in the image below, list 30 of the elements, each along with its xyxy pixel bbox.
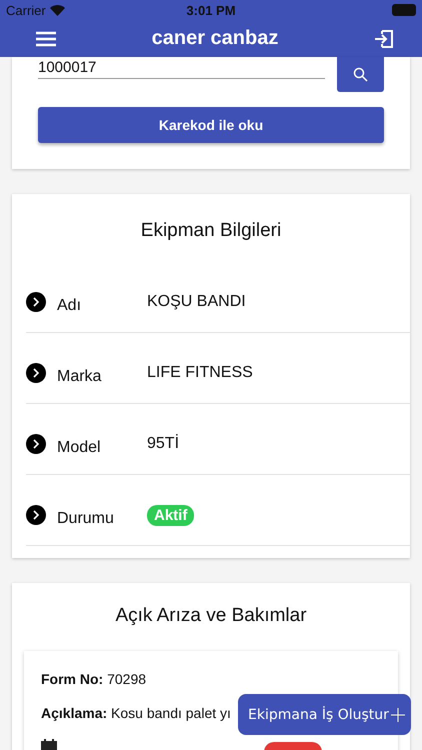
- chevron-circle-icon: [26, 292, 46, 312]
- card-title: Ekipman Bilgileri: [140, 220, 282, 242]
- field-label: Marka: [57, 367, 102, 386]
- clock: 3:01 PM: [186, 3, 236, 18]
- create-work-order-button[interactable]: Ekipmana İş Oluştur: [238, 694, 411, 735]
- field-label: Model: [57, 438, 102, 457]
- battery-icon: [392, 4, 416, 16]
- equipment-code-field[interactable]: 1000017: [38, 56, 325, 79]
- chevron-circle-icon: [26, 363, 46, 383]
- search-icon: [353, 67, 368, 82]
- form-number: Form No: 70298: [41, 671, 146, 688]
- field-value: LIFE FITNESS: [147, 364, 253, 382]
- description: Açıklama: Kosu bandı palet yı: [41, 705, 231, 722]
- chevron-circle-icon: [26, 505, 46, 525]
- qr-scan-button[interactable]: Karekod ile oku: [38, 107, 384, 143]
- calendar-icon: [41, 739, 57, 750]
- status-badge: Aktif: [147, 504, 194, 526]
- carrier-label: Carrier: [6, 2, 46, 18]
- plus-icon: [390, 708, 405, 722]
- field-label: Adı: [57, 296, 82, 315]
- chevron-circle-icon: [26, 434, 46, 454]
- user-name-title: caner canbaz: [152, 27, 278, 50]
- logout-icon[interactable]: [374, 28, 394, 48]
- field-label: Durumu: [57, 509, 115, 528]
- field-value: 95Tİ: [147, 435, 180, 453]
- card-title: Açık Arıza ve Bakımlar: [114, 605, 308, 627]
- menu-icon[interactable]: [36, 30, 56, 46]
- search-button[interactable]: [337, 57, 384, 92]
- field-value: KOŞU BANDI: [147, 293, 246, 311]
- wifi-icon: [50, 4, 65, 16]
